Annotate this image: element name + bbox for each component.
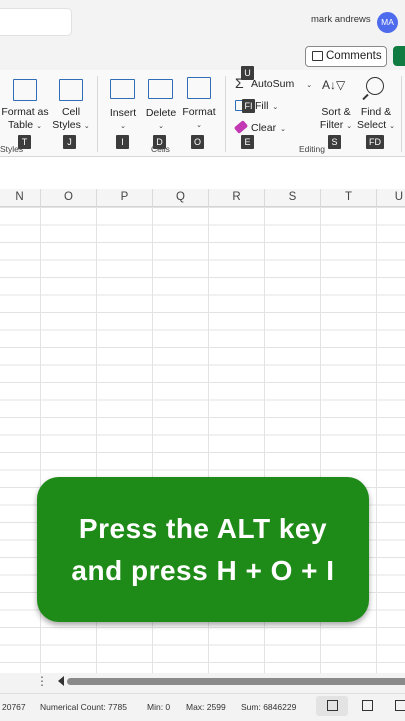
column-header-p[interactable]: P	[96, 189, 152, 206]
delete-button[interactable]: Delete ⌄	[141, 107, 181, 133]
chevron-down-icon: ⌄	[280, 126, 286, 133]
scroll-left-icon[interactable]	[58, 676, 64, 686]
autosum-button[interactable]: AutoSum ⌄	[251, 78, 312, 90]
editing-group-label: Editing	[299, 144, 325, 154]
comment-icon	[312, 51, 323, 61]
comments-label: Comments	[326, 50, 382, 62]
chevron-down-icon: ⌄	[158, 123, 164, 130]
chevron-down-icon: ⌄	[196, 122, 202, 129]
share-button[interactable]	[393, 46, 405, 66]
status-sum: Sum: 6846229	[241, 702, 297, 712]
keytip-o: O	[191, 135, 204, 149]
group-divider	[225, 76, 226, 152]
keytip-s: S	[328, 135, 341, 149]
chevron-down-icon: ⌄	[36, 123, 42, 130]
column-header-t[interactable]: T	[320, 189, 376, 206]
cell-styles-button[interactable]: Cell Styles ⌄	[50, 106, 92, 133]
format-as-table-label-2: Table	[8, 119, 34, 131]
sort-filter-label-2: Filter	[319, 119, 344, 131]
clear-label: Clear	[251, 122, 277, 134]
column-header-r[interactable]: R	[208, 189, 264, 206]
find-select-label-2: Select	[357, 119, 387, 131]
user-name: mark andrews	[311, 14, 371, 25]
chevron-down-icon: ⌄	[83, 123, 90, 130]
fill-label: Fill	[255, 100, 269, 112]
find-select-button[interactable]: Find & Select ⌄	[353, 106, 399, 133]
sort-filter-icon: A↓▽	[322, 78, 346, 92]
chevron-down-icon: ⌄	[389, 123, 395, 130]
format-as-table-label-1: Format as	[1, 106, 49, 118]
horizontal-scrollbar[interactable]	[67, 678, 405, 685]
page-layout-icon[interactable]	[362, 700, 373, 711]
cell-styles-label-1: Cell	[61, 106, 81, 118]
format-cells-icon	[187, 77, 211, 99]
group-divider	[97, 76, 98, 152]
format-as-table-icon	[13, 79, 37, 101]
grid-view-icon	[327, 700, 338, 711]
insert-label: Insert	[109, 107, 137, 119]
chevron-down-icon: ⌄	[306, 82, 313, 89]
page-break-icon[interactable]	[395, 700, 405, 711]
insert-cells-icon	[110, 79, 135, 99]
status-max: Max: 2599	[186, 702, 226, 712]
status-min: Min: 0	[147, 702, 171, 712]
column-header-u[interactable]: U	[376, 189, 405, 206]
search-box[interactable]	[0, 8, 72, 36]
sort-filter-button[interactable]: Sort & Filter ⌄	[314, 106, 358, 133]
column-header-q[interactable]: Q	[152, 189, 208, 206]
delete-cells-icon	[148, 79, 173, 99]
callout-line-1: Press the ALT key	[78, 513, 328, 544]
status-partial-sum: 20767	[2, 702, 26, 712]
chevron-down-icon: ⌄	[120, 123, 126, 130]
find-select-label-1: Find &	[360, 106, 392, 118]
format-label: Format	[182, 106, 216, 118]
chevron-down-icon: ⌄	[272, 104, 279, 111]
callout-line-2: and press H + O + I	[71, 555, 335, 586]
column-header-n[interactable]: N	[0, 189, 39, 206]
keytip-fi: FI	[242, 99, 255, 113]
group-divider	[401, 76, 402, 152]
clear-button[interactable]: Clear ⌄	[251, 122, 286, 134]
status-numerical-count: Numerical Count: 7785	[40, 702, 127, 712]
fill-button[interactable]: Fill ⌄	[255, 100, 278, 112]
column-header-o[interactable]: O	[40, 189, 96, 206]
keytip-e: E	[241, 135, 254, 149]
cell-styles-label-2: Styles	[52, 119, 81, 131]
formula-bar-area	[0, 157, 405, 189]
format-button[interactable]: Format ⌄	[178, 106, 220, 132]
chevron-down-icon: ⌄	[346, 123, 353, 130]
more-options-icon[interactable]: ⋮	[36, 674, 48, 688]
comments-button[interactable]: Comments	[305, 46, 387, 67]
styles-group-label: Styles	[0, 144, 24, 154]
search-icon	[366, 77, 384, 95]
keytip-j: J	[63, 135, 76, 149]
keytip-fd: FD	[366, 135, 384, 149]
column-headers: N O P Q R S T U	[0, 189, 405, 207]
keytip-i: I	[116, 135, 129, 149]
sort-filter-label-1: Sort &	[321, 106, 351, 118]
instruction-callout: Press the ALT key and press H + O + I	[37, 477, 369, 622]
format-as-table-button[interactable]: Format as Table ⌄	[0, 106, 50, 133]
sigma-icon: Σ	[235, 75, 244, 91]
insert-button[interactable]: Insert ⌄	[103, 107, 143, 133]
cell-styles-icon	[59, 79, 83, 101]
cells-group-label: Cells	[151, 144, 170, 154]
autosum-label: AutoSum	[251, 78, 295, 90]
column-header-s[interactable]: S	[264, 189, 320, 206]
delete-label: Delete	[145, 107, 177, 119]
avatar[interactable]: MA	[377, 12, 398, 33]
